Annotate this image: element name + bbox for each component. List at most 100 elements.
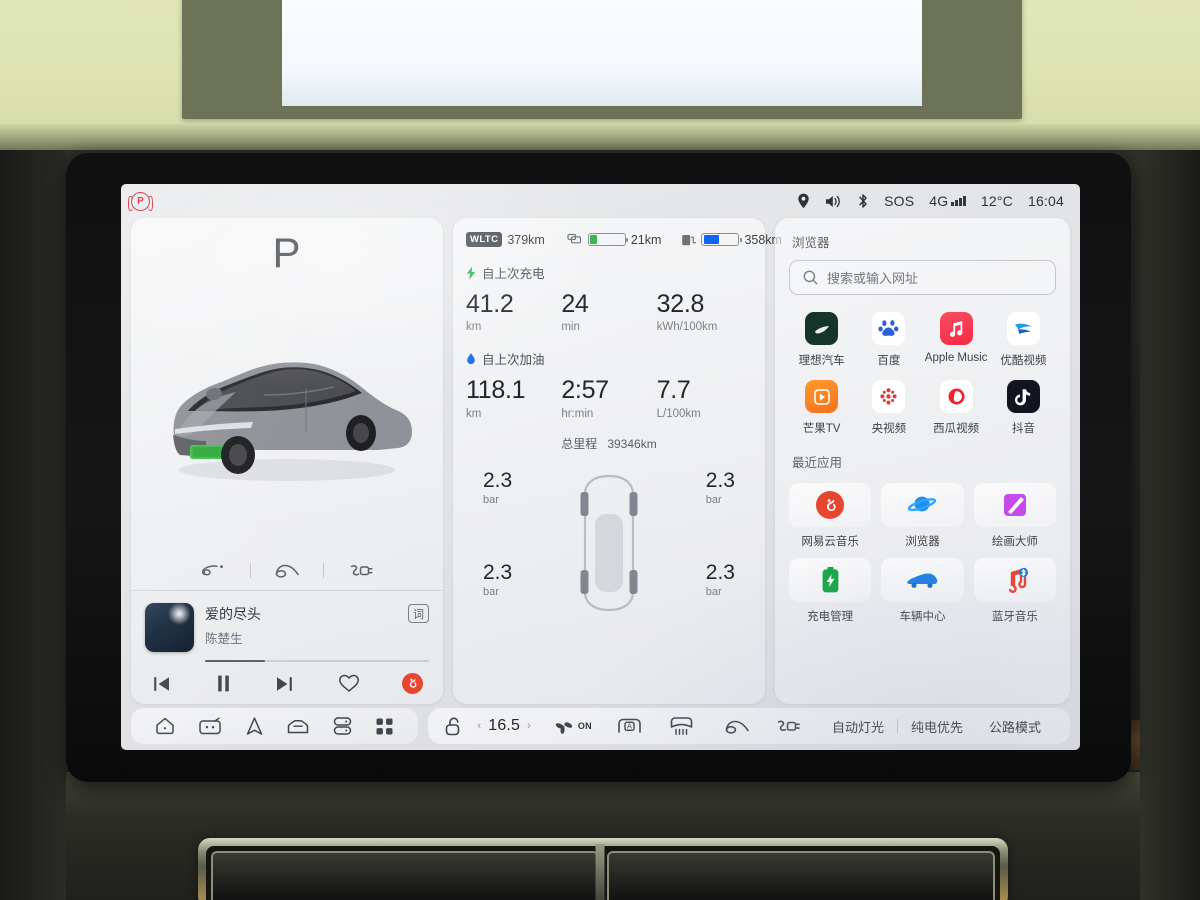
media-player[interactable]: 爱的尽头 陈楚生 词 [131, 590, 443, 704]
network-label: 4G [929, 193, 949, 209]
stat-item: 32.8 kWh/100km [656, 291, 752, 334]
fuel-drop-icon [467, 352, 475, 364]
lyrics-button[interactable]: 词 [408, 604, 429, 623]
stat-unit: kWh/100km [656, 321, 718, 334]
mode-highway[interactable]: 公路模式 [976, 717, 1054, 736]
dock-shortcuts [131, 708, 418, 744]
stat-unit: hr:min [561, 407, 594, 420]
app-douyin[interactable]: 抖音 [991, 376, 1056, 440]
stat-item: 41.2 km [466, 290, 561, 334]
home-icon[interactable] [154, 716, 176, 736]
bottom-dock: ‹ 16.5 › ON A 自动灯光 纯电优先 公路模式 [121, 704, 1080, 750]
battery-range-group[interactable]: 21km [567, 233, 661, 247]
next-icon[interactable] [274, 675, 295, 693]
signal-bars-icon [951, 196, 966, 206]
trunk-icon[interactable] [251, 561, 323, 579]
temperature-decrease-button[interactable]: ‹ [478, 720, 482, 732]
temperature-control[interactable]: ‹ 16.5 › [478, 717, 531, 735]
recent-vehicle-center[interactable]: 车辆中心 [881, 558, 964, 624]
bluetooth-icon[interactable] [857, 193, 869, 209]
panels-row: P 爱的尽头 陈楚生 词 WLTC 379km 21km 358km 自上次充电… [121, 218, 1080, 704]
volume-icon[interactable] [825, 194, 842, 209]
tire-front-right: 2.3 bar [706, 470, 735, 506]
fuel-pump-icon [682, 234, 697, 245]
app-xigua[interactable]: 西瓜视频 [924, 376, 989, 440]
stat-item: 24 min [561, 291, 656, 334]
infotainment-screen[interactable]: P SOS 4G 12°C 16:04 P 爱的尽头 陈楚生 词 WLTC 37… [121, 184, 1080, 750]
location-icon[interactable] [797, 193, 810, 209]
tire-front-left: 2.3 bar [483, 470, 512, 506]
recent-charging-manager[interactable]: 充电管理 [789, 558, 872, 624]
status-bar-right: SOS 4G 12°C 16:04 [797, 193, 1064, 209]
recent-bluetooth-music[interactable]: 蓝牙音乐 [973, 558, 1056, 624]
app-youku[interactable]: 优酷视频 [991, 308, 1056, 372]
album-art[interactable] [145, 603, 194, 652]
charge-port-icon[interactable] [774, 717, 801, 735]
stat-unit: km [466, 321, 482, 334]
trip-panel[interactable]: WLTC 379km 21km 358km 自上次充电 41.2 km 24 m… [453, 218, 782, 705]
mangotv-icon [805, 380, 839, 413]
favorite-icon[interactable] [338, 674, 360, 693]
stat-item: 118.1 km [466, 377, 561, 420]
recent-tile[interactable] [973, 483, 1056, 527]
fuel-cap-icon[interactable] [724, 717, 750, 735]
fuel-cap-icon[interactable] [178, 562, 250, 579]
recent-tile[interactable] [789, 483, 872, 527]
dock-climate-and-modes: ‹ 16.5 › ON A 自动灯光 纯电优先 公路模式 [427, 708, 1070, 744]
seats-icon[interactable] [332, 716, 353, 736]
app-mangotv[interactable]: 芒果TV [789, 376, 854, 440]
playback-progress-bar[interactable] [205, 660, 429, 662]
recent-tile[interactable] [973, 558, 1056, 602]
app-li-auto[interactable]: 理想汽车 [789, 308, 854, 372]
browser-section-label: 浏览器 [792, 236, 830, 250]
apps-panel[interactable]: 浏览器 搜索或输入网址 理想汽车 百度 Apple Music 优酷视频 芒果T… [775, 218, 1070, 704]
previous-icon[interactable] [151, 675, 172, 693]
vehicle-icon[interactable] [286, 717, 310, 736]
recent-browser[interactable]: 浏览器 [881, 483, 964, 549]
tire-unit: bar [705, 493, 722, 506]
track-artist: 陈楚生 [205, 632, 243, 646]
recent-label: 充电管理 [807, 611, 854, 623]
search-placeholder: 搜索或输入网址 [827, 271, 919, 286]
media-icon[interactable] [198, 717, 222, 736]
recent-tile[interactable] [881, 558, 964, 602]
app-apple-music[interactable]: Apple Music [924, 308, 989, 372]
pause-icon[interactable] [215, 674, 232, 693]
app-yangshipin[interactable]: 央视频 [856, 376, 921, 440]
network-indicator: 4G [929, 193, 966, 209]
tire-pressure-widget[interactable]: 2.3 bar 2.3 bar 2.3 bar 2.3 bar [453, 456, 765, 705]
xigua-icon [939, 380, 973, 413]
auto-ac-icon[interactable]: A [616, 716, 643, 736]
sos-button[interactable]: SOS [884, 193, 914, 209]
temperature-increase-button[interactable]: › [527, 720, 531, 732]
fuel-range-group[interactable]: 358km [681, 233, 782, 247]
mode-auto-lights[interactable]: 自动灯光 [819, 717, 897, 736]
apps-grid-icon[interactable] [375, 717, 394, 736]
status-bar: P SOS 4G 12°C 16:04 [121, 184, 1080, 218]
player-controls [145, 662, 429, 694]
yangshipin-icon [872, 380, 906, 413]
vehicle-image[interactable] [131, 274, 443, 550]
fan-icon[interactable] [553, 716, 575, 737]
recent-tile[interactable] [789, 558, 872, 602]
defrost-icon[interactable] [669, 716, 694, 737]
search-input[interactable]: 搜索或输入网址 [789, 260, 1056, 295]
netease-icon[interactable] [402, 673, 423, 694]
navigation-icon[interactable] [245, 716, 264, 737]
youku-icon [1006, 312, 1040, 345]
unlock-icon[interactable] [444, 716, 464, 737]
recent-netease-music[interactable]: 网易云音乐 [789, 483, 872, 549]
battery-gauge [587, 233, 629, 246]
charge-port-icon[interactable] [324, 562, 396, 579]
outside-temperature: 12°C [980, 193, 1013, 209]
app-baidu[interactable]: 百度 [856, 308, 921, 372]
track-title: 爱的尽头 [205, 606, 261, 622]
player-track-row: 爱的尽头 陈楚生 词 [145, 603, 429, 652]
baidu-icon [872, 312, 906, 345]
stat-value: 41.2 [466, 290, 514, 318]
recent-tile[interactable] [881, 483, 964, 527]
vehicle-panel[interactable]: P 爱的尽头 陈楚生 词 [131, 218, 443, 704]
mode-ev-priority[interactable]: 纯电优先 [898, 717, 976, 736]
tire-rear-left: 2.3 bar [483, 562, 512, 598]
recent-paint-master[interactable]: 绘画大师 [973, 483, 1056, 549]
